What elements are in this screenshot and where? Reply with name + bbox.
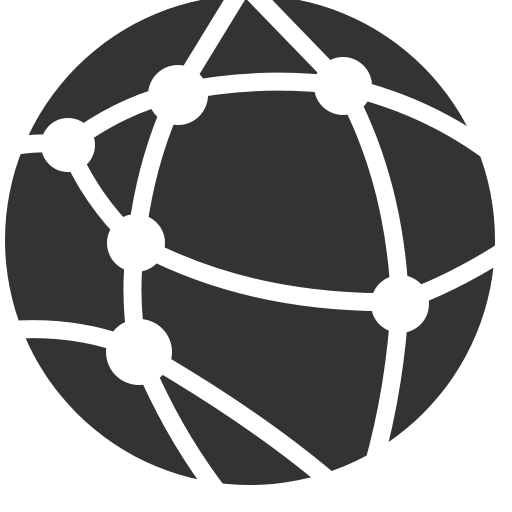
network-globe-icon bbox=[0, 0, 512, 504]
network-node bbox=[371, 275, 429, 333]
icon-canvas bbox=[0, 0, 512, 512]
network-node bbox=[107, 214, 165, 272]
network-node bbox=[106, 319, 172, 385]
network-node bbox=[41, 118, 95, 172]
network-node bbox=[148, 65, 208, 125]
network-node bbox=[314, 57, 372, 115]
